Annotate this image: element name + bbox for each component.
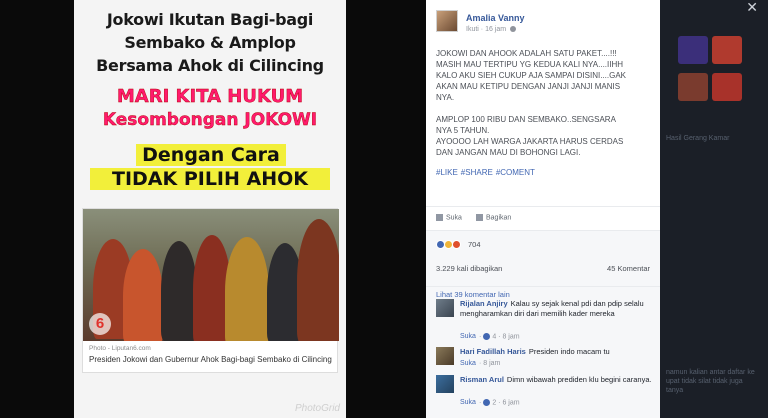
comment-like-count: 4 [492,333,497,341]
share-button[interactable]: Bagikan [476,214,511,221]
share-arrow-icon [476,214,483,221]
news-photo: 6 [83,209,339,341]
poster-red-line: MARI KITA HUKUM [116,86,304,107]
post-meta: Ikuti · 16 jam [466,26,517,33]
background-text: namun kalian antar daftar ke upat tidak … [666,369,755,394]
comment-body: Hari Fadillah Haris Presiden indo macam t… [460,347,654,357]
comment-like-link[interactable]: Suka [460,399,476,406]
comment-time[interactable]: 6 jam [502,399,519,406]
crowd-figure [297,219,339,341]
photogrid-watermark: PhotoGrid [294,403,340,414]
like-button[interactable]: Suka [436,214,462,221]
comment-time[interactable]: 8 jam [502,333,519,340]
like-label: Suka [446,214,462,222]
post-actions: Suka Bagikan [426,206,660,230]
hashtag-link[interactable]: #COMENT [496,168,535,177]
avatar[interactable] [436,299,454,317]
post-time[interactable]: 16 jam [485,26,506,33]
comment-meta: Suka · 4 · 8 jam [460,333,520,341]
background-app-tiles [676,34,756,108]
crowd-figure [123,249,163,341]
liputan6-logo: 6 [89,313,111,335]
more-comments-link[interactable]: Lihat 39 komentar lain [436,290,510,299]
comment-time[interactable]: 8 jam [483,360,500,367]
app-tile [712,73,742,101]
poster-title-line: Bersama Ahok di Cilincing [96,56,324,75]
poster-title-line: Jokowi Ikutan Bagi-bagi [106,10,314,29]
comment-meta: Suka · 2 · 6 jam [460,399,520,407]
poster-title-line: Sembako & Amplop [124,33,296,52]
hashtags: #LIKE #SHARE #COMENT [436,168,538,177]
avatar[interactable] [436,375,454,393]
share-label: Bagikan [486,214,512,222]
comment-body: Rijalan Anjiry Kalau sy sejak kenal pdi d… [460,299,654,319]
reaction-count[interactable]: 704 [468,240,481,249]
avatar[interactable] [436,347,454,365]
photo-viewer[interactable]: Jokowi Ikutan Bagi-bagi Sembako & Amplop… [74,0,346,418]
globe-icon [510,26,517,33]
poster-red-line: Kesombongan JOKOWI [102,110,318,130]
news-card: 6 Photo - Liputan6.com Presiden Jokowi d… [82,208,339,373]
comment-text: Presiden indo macam tu [528,347,610,356]
like-count-icon [483,333,491,340]
avatar[interactable] [436,10,458,32]
like-count-icon [483,399,491,406]
thumbs-up-icon [436,214,443,221]
close-icon[interactable]: ✕ [746,0,758,14]
news-source: Photo - Liputan6.com [89,345,151,352]
angry-reaction-icon[interactable] [452,240,461,249]
poster-title: Jokowi Ikutan Bagi-bagi Sembako & Amplop… [74,8,346,77]
app-tile [712,36,742,64]
poster-yellow-line: Dengan Cara [136,144,286,166]
background-text: Hasil Gerang Kamar [666,135,730,142]
post-text: JOKOWI DAN AHOOK ADALAH SATU PAKET....!!… [436,49,626,157]
follow-link[interactable]: Ikuti [466,26,479,33]
hashtag-link[interactable]: #SHARE [461,168,493,177]
hashtag-link[interactable]: #LIKE [436,168,458,177]
comment-text: Dimn wibawah prediden klu begini caranya… [506,375,652,384]
reactions-bar: 704 3.229 kali dibagikan 45 Komentar [426,230,660,286]
comment-count[interactable]: 45 Komentar [607,264,650,273]
crowd-figure [161,241,197,341]
comment-meta: Suka · 8 jam [460,360,501,367]
post-author[interactable]: Amalia Vanny [466,13,525,23]
crowd-figure [225,237,269,341]
comments-section: Lihat 39 komentar lain Rijalan Anjiry Kal… [426,286,660,418]
commenter-name[interactable]: Rijalan Anjiry [460,299,508,308]
news-caption: Presiden Jokowi dan Gubernur Ahok Bagi-b… [89,355,332,364]
comment-like-count: 2 [492,399,497,407]
share-count[interactable]: 3.229 kali dibagikan [436,264,502,273]
poster-yellow-line: TIDAK PILIH AHOK [90,168,330,190]
post-panel: Amalia Vanny Ikuti · 16 jam JOKOWI DAN A… [426,0,660,418]
commenter-name[interactable]: Hari Fadillah Haris [460,347,526,356]
app-tile [678,73,708,101]
comment-body: Risman Arul Dimn wibawah prediden klu beg… [460,375,654,385]
commenter-name[interactable]: Risman Arul [460,375,504,384]
app-tile [678,36,708,64]
comment-like-link[interactable]: Suka [460,360,476,367]
comment-like-link[interactable]: Suka [460,333,476,340]
